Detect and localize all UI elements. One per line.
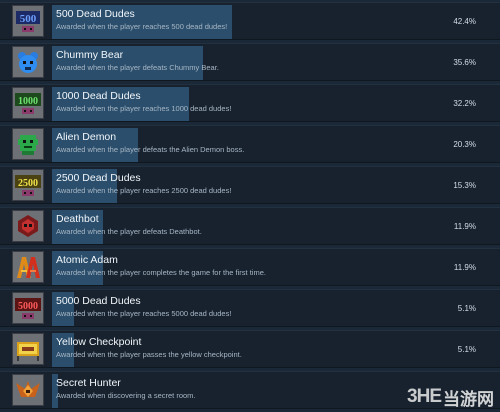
- achievement-title: Deathbot: [56, 213, 99, 225]
- achievement-description: Awarded when discovering a secret room.: [56, 391, 196, 400]
- watermark-logo: 3HE: [407, 386, 442, 407]
- unlock-percentage: 5.1%: [457, 345, 476, 354]
- achievement-description: Awarded when the player passes the yello…: [56, 350, 242, 359]
- achievement-description: Awarded when the player reaches 5000 dea…: [56, 309, 232, 318]
- achievement-title: 1000 Dead Dudes: [56, 90, 141, 102]
- achievement-row[interactable]: Alien Demon Awarded when the player defea…: [0, 125, 500, 163]
- unlock-percentage: 15.3%: [453, 181, 476, 190]
- achievement-row[interactable]: 500 500 Dead Dudes Awarded when the player…: [0, 2, 500, 40]
- achievement-title: Atomic Adam: [56, 254, 118, 266]
- achievement-description: Awarded when the player reaches 2500 dea…: [56, 186, 232, 195]
- achievement-title: Alien Demon: [56, 131, 117, 143]
- deathbot-icon: [12, 210, 44, 242]
- atomic-adam-icon: [12, 251, 44, 283]
- watermark-text: 当游网: [443, 389, 494, 410]
- achievement-title: 500 Dead Dudes: [56, 8, 135, 20]
- alien-demon-icon: [12, 128, 44, 160]
- unlock-percentage: 20.3%: [453, 140, 476, 149]
- skull-1000-icon: 1000: [12, 87, 44, 119]
- achievement-title: Chummy Bear: [56, 49, 124, 61]
- skull-5000-icon: 5000: [12, 292, 44, 324]
- unlock-percentage: 35.6%: [453, 58, 476, 67]
- achievement-row[interactable]: 1000 1000 Dead Dudes Awarded when the play…: [0, 84, 500, 122]
- unlock-percentage: 11.9%: [453, 263, 476, 272]
- skull-2500-icon: 2500: [12, 169, 44, 201]
- achievement-description: Awarded when the player completes the ga…: [56, 268, 266, 277]
- achievement-description: Awarded when the player reaches 1000 dea…: [56, 104, 232, 113]
- svg-text:5000: 5000: [18, 301, 38, 312]
- secret-hunter-icon: [12, 374, 44, 406]
- achievement-row[interactable]: 2500 2500 Dead Dudes Awarded when the play…: [0, 166, 500, 204]
- achievement-row[interactable]: Atomic Adam Awarded when the player compl…: [0, 248, 500, 286]
- achievement-description: Awarded when the player reaches 500 dead…: [56, 22, 228, 31]
- unlock-percentage: 11.9%: [453, 222, 476, 231]
- achievement-title: 5000 Dead Dudes: [56, 295, 141, 307]
- svg-text:500: 500: [20, 13, 37, 25]
- achievement-title: 2500 Dead Dudes: [56, 172, 141, 184]
- watermark: 3HE 当游网: [407, 385, 494, 410]
- svg-text:1000: 1000: [18, 96, 38, 107]
- achievement-row[interactable]: Yellow Checkpoint Awarded when the player…: [0, 330, 500, 368]
- achievement-description: Awarded when the player defeats the Alie…: [56, 145, 245, 154]
- unlock-percentage: 5.1%: [457, 304, 476, 313]
- achievement-row[interactable]: Chummy Bear Awarded when the player defea…: [0, 43, 500, 81]
- achievement-description: Awarded when the player defeats Chummy B…: [56, 63, 219, 72]
- svg-text:2500: 2500: [18, 178, 38, 189]
- unlock-percentage: 42.4%: [453, 17, 476, 26]
- achievement-title: Secret Hunter: [56, 377, 121, 389]
- achievement-list: 500 500 Dead Dudes Awarded when the player…: [0, 2, 500, 412]
- skull-500-icon: 500: [12, 5, 44, 37]
- achievement-description: Awarded when the player defeats Deathbot…: [56, 227, 202, 236]
- achievement-title: Yellow Checkpoint: [56, 336, 142, 348]
- unlock-percentage: 32.2%: [453, 99, 476, 108]
- yellow-checkpoint-icon: [12, 333, 44, 365]
- bear-icon: [12, 46, 44, 78]
- achievement-row[interactable]: 5000 5000 Dead Dudes Awarded when the play…: [0, 289, 500, 327]
- achievement-row[interactable]: Deathbot Awarded when the player defeats …: [0, 207, 500, 245]
